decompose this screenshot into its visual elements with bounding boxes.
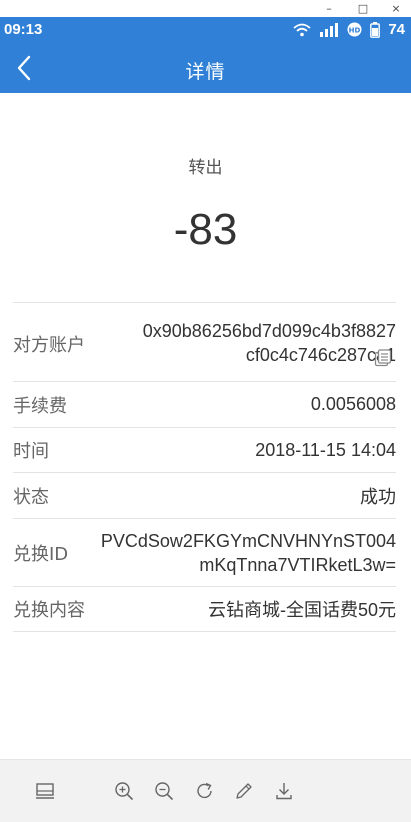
detail-row-state: 状态 成功 [13, 473, 396, 519]
zoom-in-icon [115, 782, 134, 801]
exchange-id-line2: mKqTnna7VTIRketL3w= [199, 554, 396, 575]
transfer-amount: -83 [173, 205, 238, 254]
download-button[interactable] [272, 779, 296, 803]
detail-row-time: 时间 2018-11-15 14:04 [13, 428, 396, 473]
detail-row-exchange-id: 兑换ID PVCdSow2FKGYmCNVHNYnST004 mKqTnna7V… [13, 519, 396, 587]
exchange-id-line1: PVCdSow2FKGYmCNVHNYnST004 [100, 530, 396, 551]
zoom-in-button[interactable] [112, 779, 136, 803]
rotate-button[interactable] [193, 779, 217, 803]
detail-list: 对方账户 0x90b86256bd7d099c4b3f8827 cf0c4c74… [13, 302, 396, 632]
signal-icon [319, 22, 339, 37]
screen-icon [36, 783, 54, 799]
detail-row-fee: 手续费 0.0056008 [13, 382, 396, 428]
time-value: 2018-11-15 14:04 [255, 439, 396, 460]
status-time: 09:13 [4, 21, 43, 38]
copy-icon [374, 349, 392, 367]
transfer-direction: 转出 [188, 158, 223, 178]
exchange-content-label: 兑换内容 [13, 600, 85, 621]
svg-text:HD: HD [349, 27, 361, 35]
exchange-id-value[interactable]: PVCdSow2FKGYmCNVHNYnST004 mKqTnna7VTIRke… [101, 529, 396, 577]
detail-row-account: 对方账户 0x90b86256bd7d099c4b3f8827 cf0c4c74… [13, 303, 396, 382]
fee-value: 0.0056008 [310, 394, 396, 414]
status-icons: HD 74 [293, 21, 405, 38]
download-icon [276, 783, 292, 800]
hd-icon: HD [347, 22, 362, 37]
edit-button[interactable] [232, 779, 256, 803]
account-value-line1: 0x90b86256bd7d099c4b3f8827 [142, 321, 396, 341]
status-bar: 09:13 HD 74 [0, 17, 411, 44]
zoom-out-button[interactable] [152, 779, 176, 803]
window-chrome: – □ × [0, 0, 411, 17]
screen-button[interactable] [33, 779, 57, 803]
wifi-icon [293, 23, 311, 37]
account-label: 对方账户 [13, 335, 85, 356]
rotate-icon [197, 782, 212, 799]
copy-button[interactable] [374, 349, 392, 367]
maximize-button[interactable]: □ [346, 0, 380, 17]
state-label: 状态 [13, 486, 49, 508]
zoom-out-icon [155, 782, 174, 801]
exchange-content-value: 云钻商城-全国话费50元 [207, 600, 396, 620]
bottom-toolbar [0, 759, 411, 822]
account-value-line2: cf0c4c746c287ca1 [245, 345, 396, 365]
time-label: 时间 [13, 441, 49, 462]
detail-row-exchange-content: 兑换内容 云钻商城-全国话费50元 [13, 587, 396, 632]
minimize-button[interactable]: – [312, 0, 346, 17]
edit-icon [236, 783, 252, 799]
account-value[interactable]: 0x90b86256bd7d099c4b3f8827 cf0c4c746c287… [143, 319, 396, 367]
close-button[interactable]: × [379, 0, 411, 17]
fee-label: 手续费 [13, 395, 67, 417]
page-title: 详情 [185, 61, 226, 83]
battery-icon [370, 21, 381, 38]
state-value: 成功 [360, 486, 396, 507]
header-bar: 详情 [0, 44, 411, 93]
exchange-id-label: 兑换ID [13, 543, 69, 565]
battery-level: 74 [388, 21, 405, 38]
